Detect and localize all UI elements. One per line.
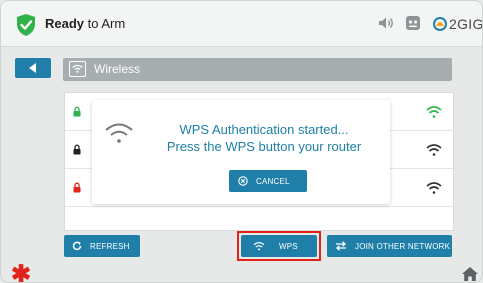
cancel-button[interactable]: CANCEL (229, 170, 307, 192)
cancel-label: CANCEL (256, 176, 290, 186)
cancel-icon (238, 176, 248, 186)
page-title: Wireless (94, 62, 141, 76)
wifi-icon (105, 123, 133, 143)
lock-icon (73, 144, 81, 155)
speaker-icon[interactable] (377, 14, 395, 32)
refresh-label: REFRESH (90, 241, 130, 251)
wifi-signal-icon (426, 144, 442, 156)
wifi-settings-icon (69, 61, 86, 77)
dialog-line-2: Press the WPS button your router (166, 139, 362, 154)
arm-status-bold: Ready (45, 16, 85, 31)
lock-icon (73, 106, 81, 117)
top-bar: Ready to Arm 2GIG (1, 1, 483, 47)
chime-icon[interactable] (404, 14, 422, 32)
back-button[interactable] (15, 58, 51, 78)
panic-asterisk-icon[interactable]: ✱ (11, 263, 31, 283)
wifi-signal-icon (426, 106, 442, 118)
join-label: JOIN OTHER NETWORK (355, 241, 451, 251)
swap-arrows-icon (336, 241, 346, 251)
brand-name: 2GIG (449, 16, 483, 32)
arm-status-rest: to Arm (84, 16, 126, 31)
lock-icon (73, 182, 81, 193)
refresh-icon (72, 241, 82, 251)
dialog-message: WPS Authentication started... Press the … (146, 121, 382, 155)
app-frame: Ready to Arm 2GIG Wireless REFRESH WPS J… (0, 0, 483, 283)
wps-highlight-box (237, 231, 321, 261)
home-icon[interactable] (461, 266, 479, 282)
brand-logo: 2GIG (433, 13, 483, 35)
join-other-network-button[interactable]: JOIN OTHER NETWORK (327, 235, 452, 257)
wifi-signal-icon (426, 182, 442, 194)
wps-dialog: WPS Authentication started... Press the … (92, 100, 390, 204)
arm-status[interactable]: Ready to Arm (45, 16, 125, 31)
moon-icon[interactable] (353, 14, 371, 32)
shield-check-icon (17, 14, 35, 36)
dialog-line-1: WPS Authentication started... (179, 122, 349, 137)
brand-icon (433, 17, 447, 31)
page-title-bar: Wireless (63, 58, 452, 81)
refresh-button[interactable]: REFRESH (64, 235, 140, 257)
